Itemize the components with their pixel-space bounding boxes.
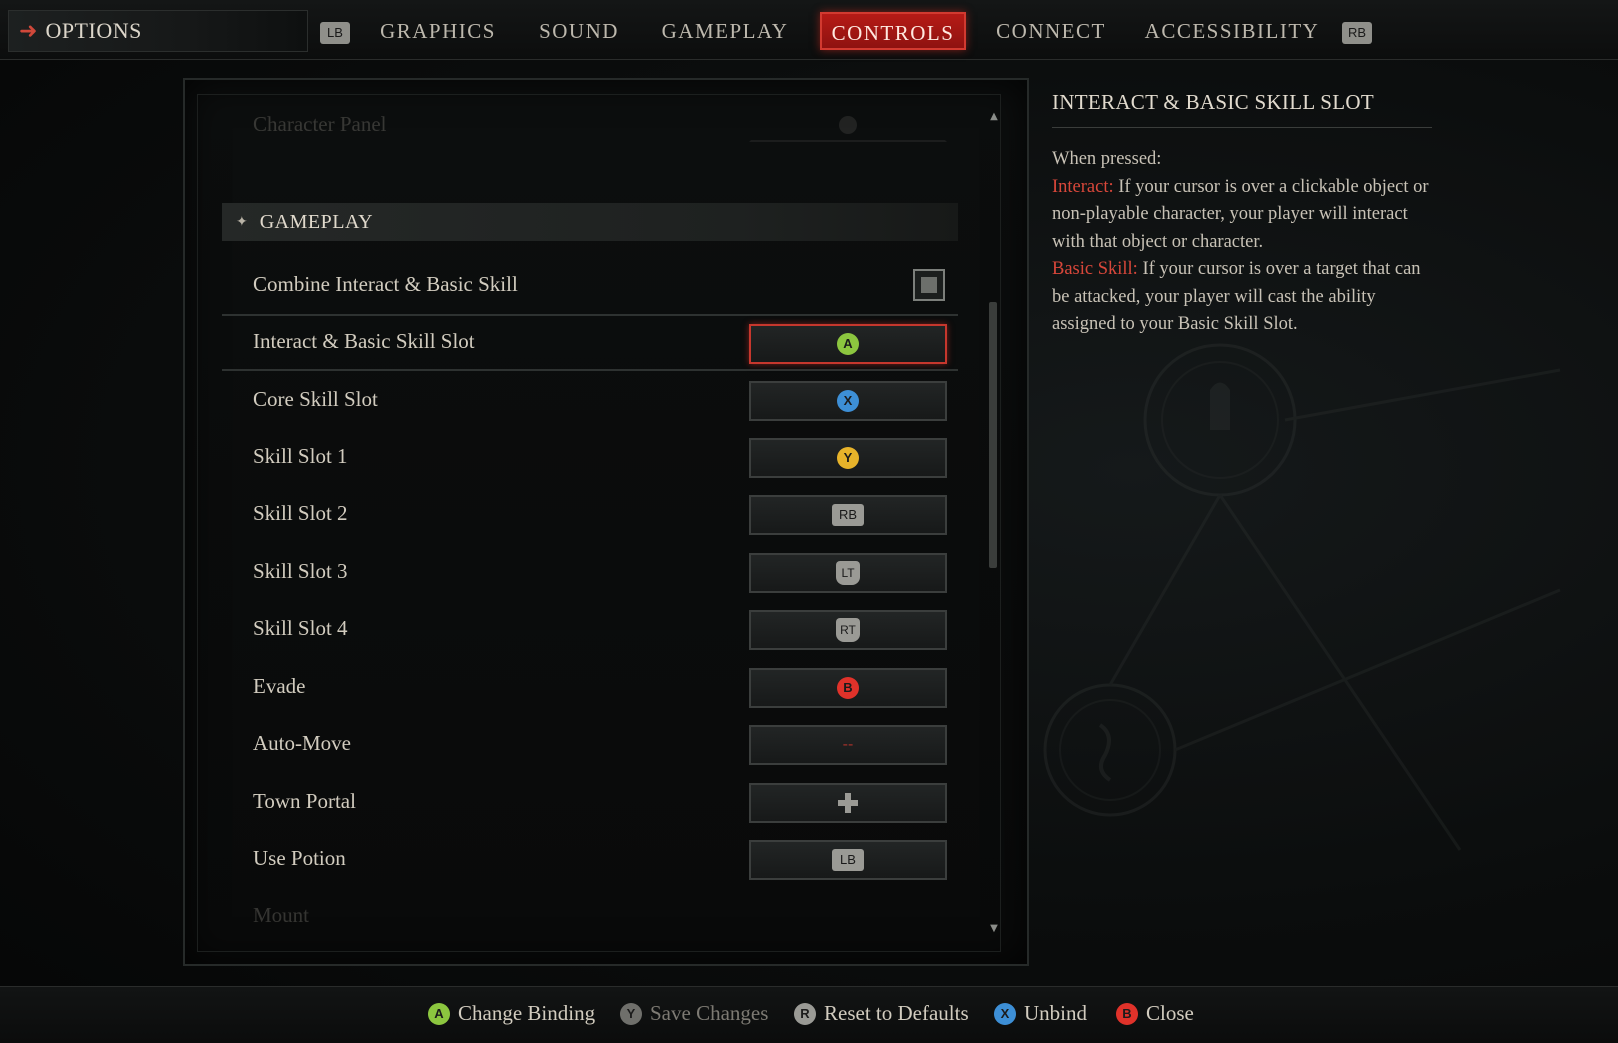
page-title: OPTIONS — [45, 18, 142, 43]
description-intro: When pressed: — [1052, 149, 1162, 169]
setting-label-skill-slot-2: Skill Slot 2 — [253, 501, 348, 525]
diamond-bullet-icon: ✦ — [236, 214, 248, 230]
lb-bumper-icon: LB — [320, 22, 350, 44]
rb-bumper-icon: RB — [1342, 22, 1372, 44]
binding-core-skill[interactable]: X — [749, 381, 947, 421]
setting-label-combine: Combine Interact & Basic Skill — [253, 272, 518, 296]
description-panel: INTERACT & BASIC SKILL SLOT When pressed… — [1052, 90, 1432, 339]
save-changes-button[interactable]: Y Save Changes — [620, 1001, 768, 1026]
binding-character-panel[interactable] — [749, 108, 947, 142]
scroll-down-arrow-icon[interactable]: ▼ — [988, 922, 1000, 936]
binding-skill-slot-1[interactable]: Y — [749, 438, 947, 478]
description-paragraph-interact: Interact: If your cursor is over a click… — [1052, 174, 1432, 257]
binding-use-potion[interactable]: LB — [749, 840, 947, 880]
unbind-button[interactable]: X Unbind — [994, 1001, 1087, 1026]
options-header: ➜ OPTIONS — [8, 10, 308, 52]
top-nav-bar: ➜ OPTIONS LB GRAPHICS SOUND GAMEPLAY CON… — [0, 0, 1618, 60]
a-button-icon: A — [428, 1002, 450, 1025]
menu-button-icon — [839, 116, 857, 134]
binding-evade[interactable]: B — [749, 668, 947, 708]
term-basic-skill: Basic Skill: — [1052, 259, 1138, 279]
setting-label-character-panel: Character Panel — [253, 112, 387, 136]
lt-trigger-icon: LT — [836, 561, 860, 585]
combine-checkbox[interactable] — [913, 269, 945, 301]
setting-label-skill-slot-1: Skill Slot 1 — [253, 444, 348, 468]
tab-accessibility[interactable]: ACCESSIBILITY — [1144, 12, 1320, 50]
lb-bumper-icon: LB — [832, 849, 864, 871]
a-button-icon: A — [837, 333, 859, 355]
binding-skill-slot-4[interactable]: RT — [749, 610, 947, 650]
tab-sound[interactable]: SOUND — [528, 12, 630, 50]
row-divider — [222, 314, 958, 316]
row-divider — [222, 369, 958, 371]
y-button-icon: Y — [837, 447, 859, 469]
dpad-icon — [838, 793, 858, 813]
scrollbar-thumb[interactable] — [989, 302, 997, 568]
description-paragraph-basic-skill: Basic Skill: If your cursor is over a ta… — [1052, 256, 1432, 339]
tab-connect[interactable]: CONNECT — [990, 12, 1112, 50]
setting-label-town-portal: Town Portal — [253, 789, 356, 813]
section-title: GAMEPLAY — [259, 210, 374, 233]
background-sigil-icon — [1043, 343, 1561, 851]
unbound-icon: -- — [842, 736, 854, 753]
setting-label-skill-slot-3: Skill Slot 3 — [253, 559, 348, 583]
change-binding-label: Change Binding — [458, 1001, 596, 1025]
section-header-gameplay: ✦ GAMEPLAY — [222, 203, 958, 241]
binding-interact-basic-skill[interactable]: A — [749, 324, 947, 364]
scrollbar[interactable]: ▲ ▼ — [988, 110, 998, 938]
description-body: When pressed: Interact: If your cursor i… — [1052, 146, 1432, 339]
reset-defaults-label: Reset to Defaults — [824, 1001, 969, 1025]
setting-label-skill-slot-4: Skill Slot 4 — [253, 616, 348, 640]
setting-label-use-potion: Use Potion — [253, 846, 346, 870]
close-button[interactable]: B Close — [1116, 1001, 1194, 1026]
setting-label-core-skill: Core Skill Slot — [253, 387, 378, 411]
back-arrow-icon[interactable]: ➜ — [19, 18, 37, 44]
x-button-icon: X — [837, 390, 859, 412]
binding-skill-slot-2[interactable]: RB — [749, 495, 947, 535]
save-changes-label: Save Changes — [650, 1001, 769, 1025]
rt-trigger-icon: RT — [836, 618, 860, 642]
checkbox-fill — [921, 277, 937, 293]
x-button-icon: X — [994, 1002, 1016, 1025]
binding-skill-slot-3[interactable]: LT — [749, 553, 947, 593]
close-label: Close — [1146, 1001, 1194, 1025]
change-binding-button[interactable]: A Change Binding — [428, 1001, 595, 1026]
binding-town-portal[interactable] — [749, 783, 947, 823]
bottom-hint-bar: A Change Binding Y Save Changes R Reset … — [0, 986, 1618, 1043]
scroll-up-arrow-icon[interactable]: ▲ — [988, 110, 1000, 124]
term-interact: Interact: — [1052, 176, 1114, 197]
setting-label-auto-move: Auto-Move — [253, 731, 351, 755]
description-title: INTERACT & BASIC SKILL SLOT — [1052, 90, 1432, 128]
tab-graphics[interactable]: GRAPHICS — [372, 12, 504, 50]
reset-defaults-button[interactable]: R Reset to Defaults — [794, 1001, 969, 1026]
tab-gameplay[interactable]: GAMEPLAY — [656, 12, 794, 50]
rb-bumper-icon: RB — [832, 504, 864, 526]
binding-auto-move[interactable]: -- — [749, 725, 947, 765]
setting-label-mount: Mount — [253, 903, 310, 927]
y-button-icon: Y — [620, 1002, 642, 1025]
setting-label-interact: Interact & Basic Skill Slot — [253, 329, 475, 353]
b-button-icon: B — [1116, 1002, 1138, 1025]
right-stick-icon: R — [794, 1002, 816, 1025]
b-button-icon: B — [837, 677, 859, 699]
setting-label-evade: Evade — [253, 674, 306, 698]
tab-controls[interactable]: CONTROLS — [820, 12, 966, 50]
unbind-label: Unbind — [1024, 1001, 1087, 1025]
